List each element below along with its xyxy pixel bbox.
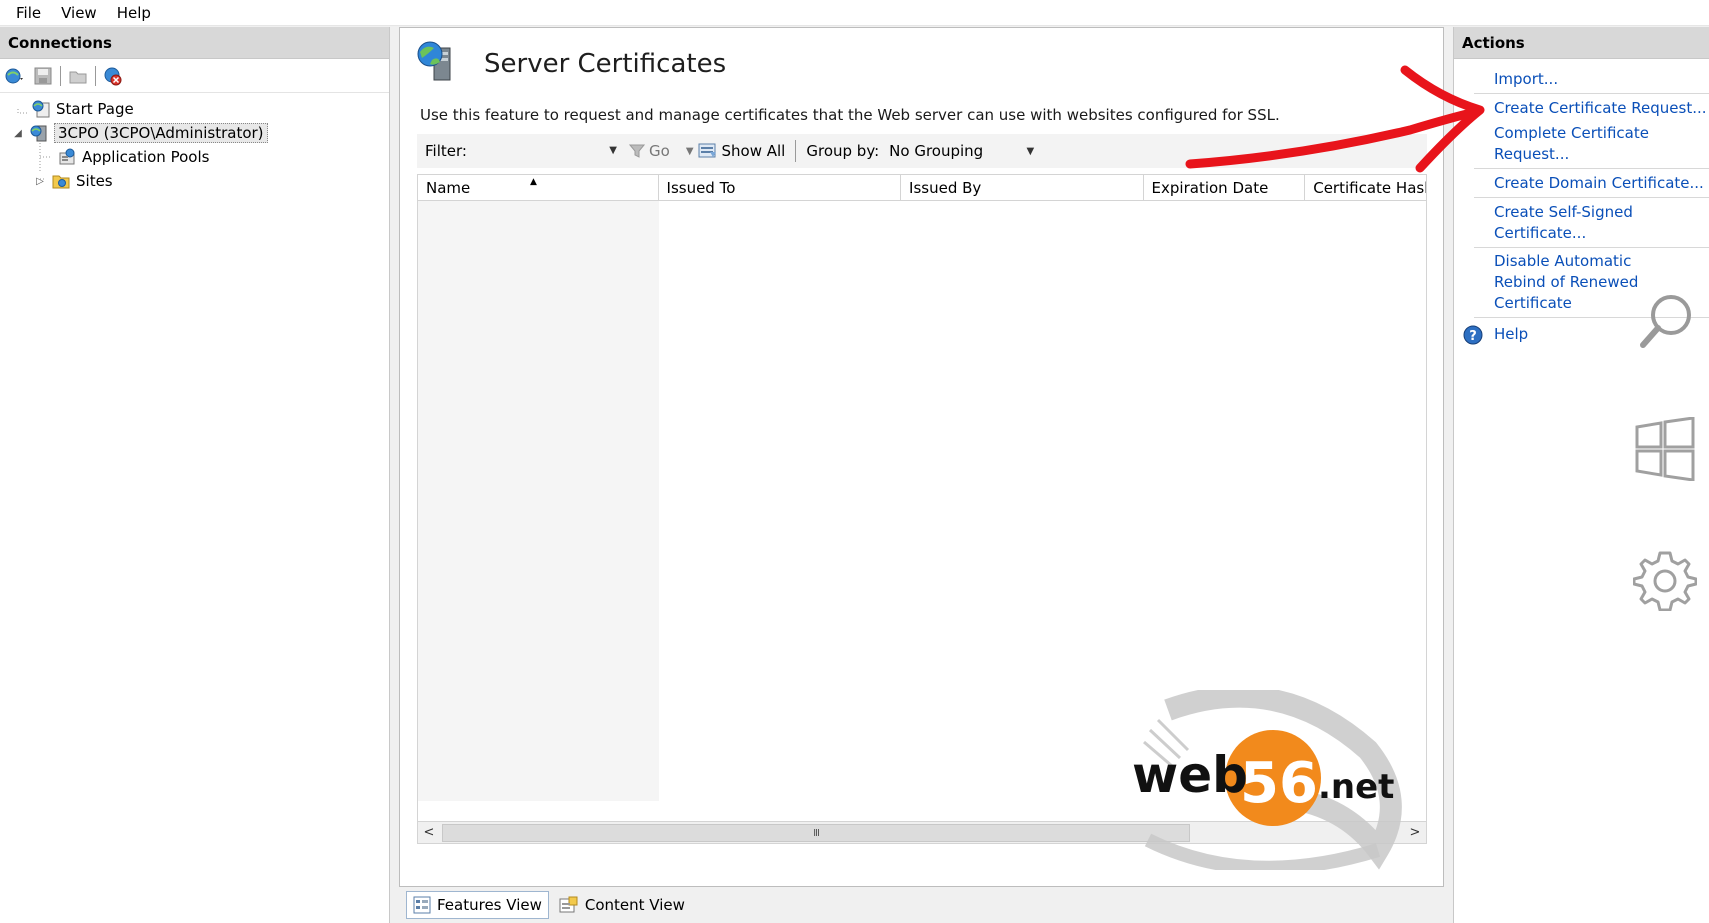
watermark-text-web: web	[1132, 746, 1248, 804]
column-header-issued-to[interactable]: Issued To	[659, 175, 902, 201]
column-header-issued-by[interactable]: Issued By	[901, 175, 1144, 201]
show-all-button[interactable]: Show All	[698, 142, 786, 160]
show-all-icon	[698, 143, 716, 158]
features-view-icon	[413, 896, 431, 914]
page-description: Use this feature to request and manage c…	[420, 106, 1280, 124]
menu-view[interactable]: View	[51, 4, 107, 22]
folder-up-icon[interactable]	[67, 65, 89, 87]
page-title-row: Server Certificates	[414, 40, 726, 88]
go-button[interactable]: Go ▼	[629, 142, 694, 160]
actions-separator	[1474, 93, 1709, 94]
server-certificates-icon	[414, 40, 462, 88]
group-by-select[interactable]: No Grouping ▼	[889, 142, 1034, 160]
tree-item-label: 3CPO (3CPO\Administrator)	[54, 123, 268, 143]
go-label: Go	[649, 142, 670, 160]
sort-ascending-icon: ▲	[530, 177, 537, 187]
tree-lines	[17, 109, 50, 180]
toolbar-separator	[60, 65, 61, 86]
name-column-shading	[418, 201, 659, 801]
actions-header: Actions	[1454, 27, 1709, 59]
view-tabs: Features View Content View	[406, 891, 691, 919]
tab-content-view[interactable]: Content View	[553, 891, 691, 919]
connections-tree: Start Page ◢ 3CPO (3CPO\Administrator) A…	[0, 93, 389, 193]
search-magnifier-icon	[1640, 295, 1691, 348]
group-by-value: No Grouping	[889, 142, 984, 160]
tab-features-view[interactable]: Features View	[406, 891, 549, 919]
page-title: Server Certificates	[484, 49, 727, 79]
tree-item-label: Sites	[76, 172, 113, 190]
filter-input[interactable]: ▼	[469, 138, 619, 164]
svg-text:?: ?	[1469, 329, 1477, 344]
content-view-icon	[559, 896, 578, 913]
red-annotation-arrow	[1185, 65, 1485, 173]
watermark-text-56: 56	[1240, 751, 1318, 816]
menu-file[interactable]: File	[6, 4, 51, 22]
actions-separator	[1474, 247, 1709, 248]
go-dropdown-arrow-icon[interactable]: ▼	[686, 146, 694, 157]
show-all-label: Show All	[721, 142, 786, 160]
menu-help[interactable]: Help	[107, 4, 161, 22]
filter-dropdown-arrow-icon[interactable]: ▼	[609, 145, 617, 156]
web56-watermark-logo: web 56 .net	[1132, 690, 1402, 870]
windows-logo-icon	[1635, 417, 1695, 481]
filter-separator	[795, 140, 797, 162]
actions-separator	[1474, 168, 1709, 169]
group-by-label: Group by:	[806, 142, 880, 160]
connections-pane: Connections Start Page ◢ 3CPO (3CPO\Admi…	[0, 27, 390, 923]
settings-gear-icon	[1633, 551, 1697, 611]
scroll-left-icon[interactable]: <	[418, 822, 440, 844]
connections-header: Connections	[0, 27, 389, 59]
disconnect-icon[interactable]	[102, 65, 124, 87]
watermark-text-net: .net	[1318, 767, 1394, 807]
toolbar-separator	[95, 65, 96, 86]
column-header-name[interactable]: Name ▲	[418, 175, 659, 201]
funnel-icon	[629, 144, 645, 158]
actions-separator	[1474, 197, 1709, 198]
tree-item-label: Application Pools	[82, 148, 210, 166]
action-create-self-signed-certificate[interactable]: Create Self-Signed Certificate...	[1454, 202, 1709, 244]
tree-item-label: Start Page	[56, 100, 134, 118]
menu-bar: File View Help	[0, 0, 1709, 26]
connections-toolbar	[0, 59, 389, 93]
help-icon: ?	[1463, 325, 1483, 344]
connect-globe-icon[interactable]	[4, 65, 26, 87]
filter-label: Filter:	[425, 142, 467, 160]
group-by-dropdown-arrow-icon[interactable]: ▼	[1026, 146, 1034, 157]
save-icon[interactable]	[32, 65, 54, 87]
scrollbar-thumb[interactable]: III	[442, 824, 1190, 842]
